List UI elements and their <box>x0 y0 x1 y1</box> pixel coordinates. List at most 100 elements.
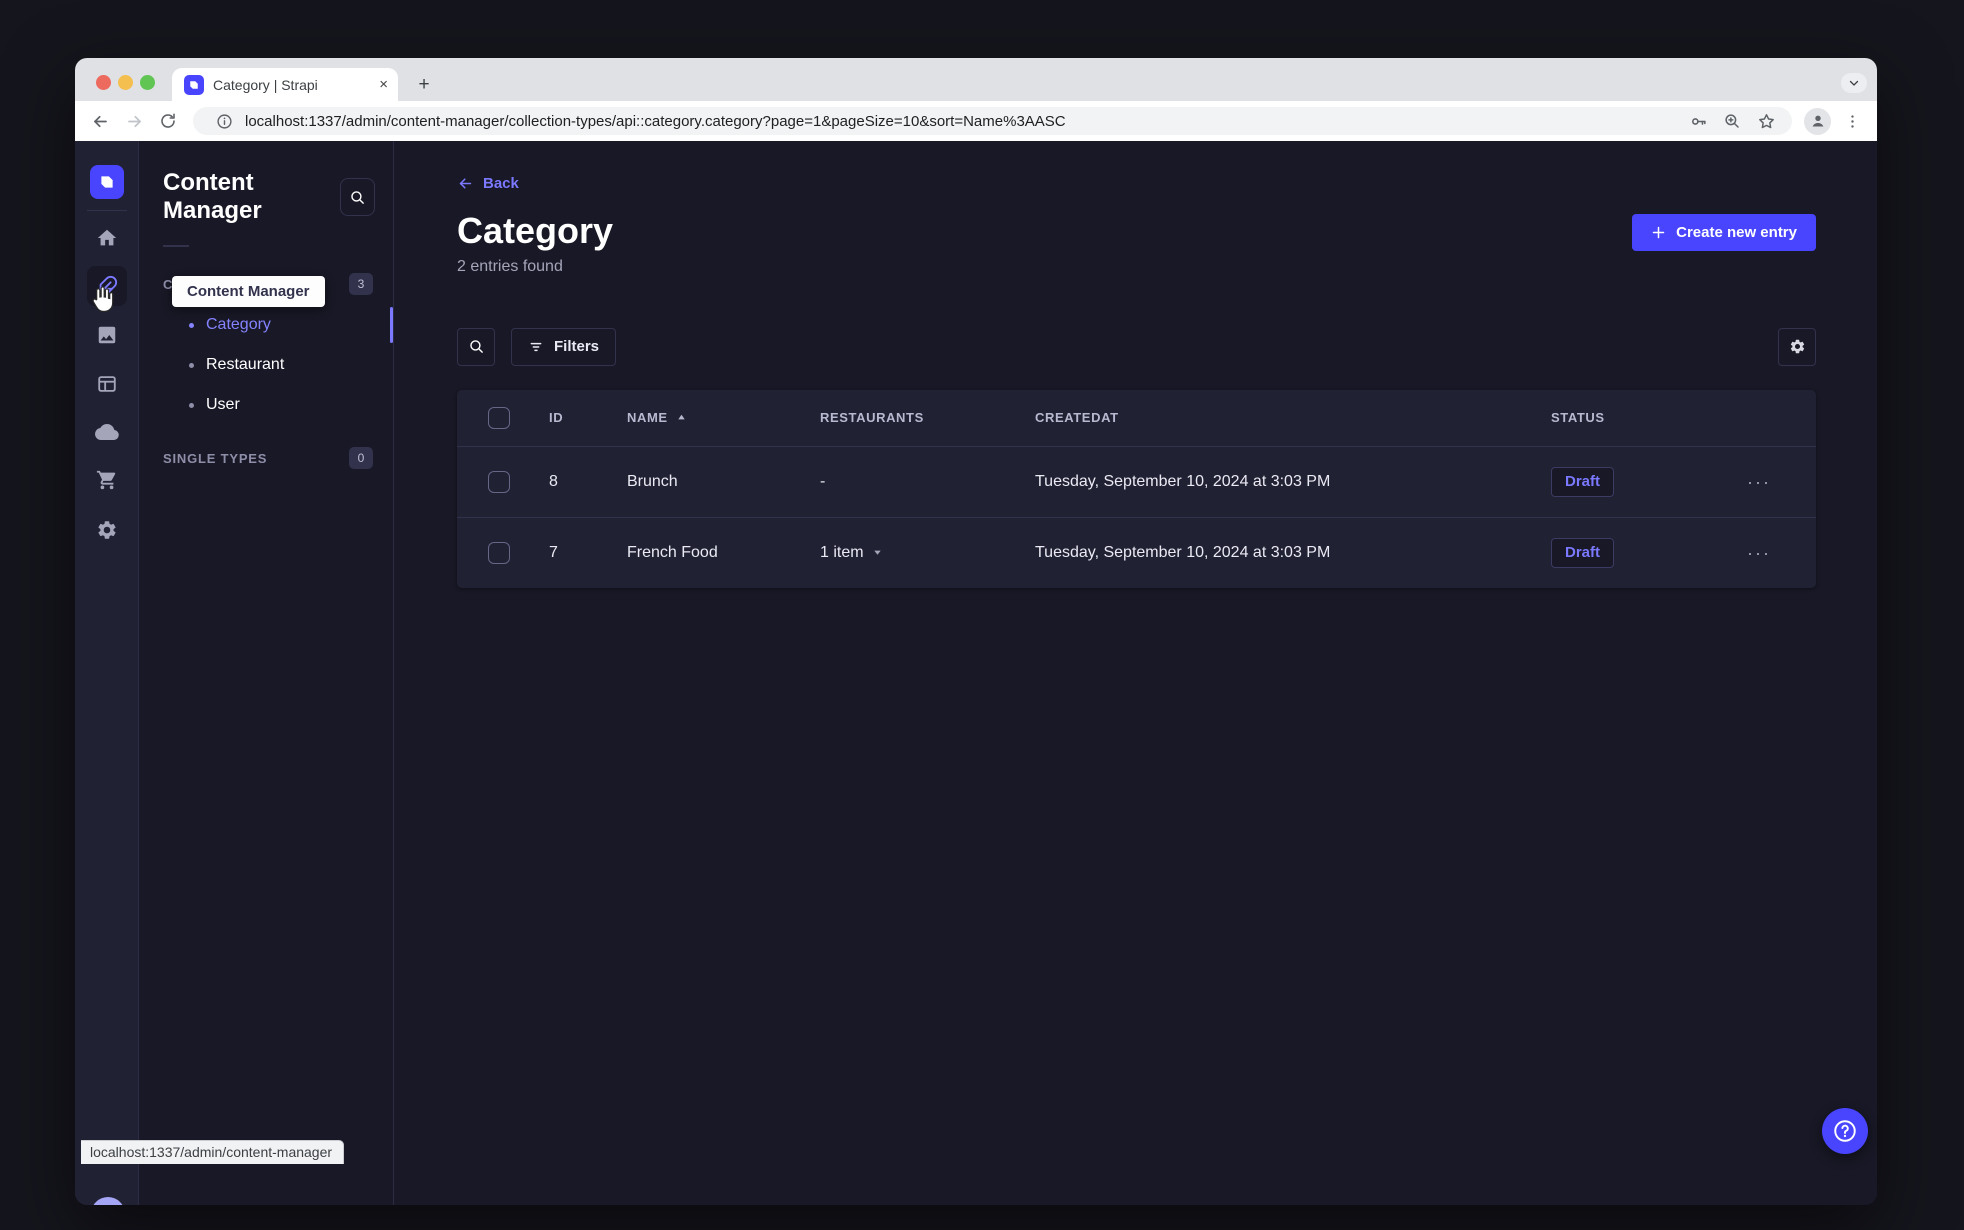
browser-reload-button[interactable] <box>155 108 181 134</box>
sidebar-item-label: User <box>206 396 240 413</box>
star-icon <box>1758 113 1774 128</box>
column-header-id[interactable]: ID <box>525 410 627 425</box>
status-badge: Draft <box>1551 537 1615 568</box>
layout-icon <box>98 376 116 392</box>
table-header-row: ID NAME RESTAURANTS CREATEDAT STATUS <box>457 390 1816 446</box>
column-header-restaurants[interactable]: RESTAURANTS <box>820 410 1035 425</box>
cell-id: 8 <box>549 472 558 490</box>
entries-table: ID NAME RESTAURANTS CREATEDAT STATUS 8 B… <box>457 389 1816 588</box>
sidebar-item-label: Category <box>206 316 271 333</box>
cloud-icon <box>95 424 119 440</box>
column-header-createdat[interactable]: CREATEDAT <box>1035 410 1551 425</box>
bullet-icon <box>189 322 194 328</box>
arrow-right-icon <box>127 115 141 127</box>
table-row[interactable]: 8 Brunch - Tuesday, September 10, 2024 a… <box>457 445 1816 517</box>
collection-types-count-badge: 3 <box>349 273 373 295</box>
entries-count: 2 entries found <box>457 257 563 275</box>
home-icon <box>97 229 117 246</box>
strapi-favicon-icon <box>184 74 204 95</box>
deploy-cloud-button[interactable] <box>87 412 127 452</box>
arrow-left-icon <box>459 178 472 189</box>
url-bar[interactable]: localhost:1337/admin/content-manager/col… <box>193 107 1792 135</box>
single-types-section-header: SINGLE TYPES 0 <box>163 447 373 469</box>
strapi-logo-button[interactable] <box>90 165 124 199</box>
info-icon <box>216 113 232 129</box>
content-manager-tooltip: Content Manager <box>172 276 325 307</box>
url-text[interactable]: localhost:1337/admin/content-manager/col… <box>245 113 1676 130</box>
chevron-down-icon <box>873 550 881 555</box>
user-avatar[interactable]: KD <box>91 1197 125 1205</box>
cell-createdat: Tuesday, September 10, 2024 at 3:03 PM <box>1035 472 1331 490</box>
marketplace-button[interactable] <box>87 460 127 500</box>
column-header-status[interactable]: STATUS <box>1551 410 1747 425</box>
subnav-search-button[interactable] <box>340 178 375 216</box>
home-button[interactable] <box>87 218 127 258</box>
sidebar-item-category[interactable]: Category <box>139 305 393 345</box>
rail-divider <box>87 210 127 211</box>
tab-title: Category | Strapi <box>213 76 318 93</box>
window-close-button[interactable] <box>96 75 111 90</box>
zoom-in-icon <box>1725 114 1739 128</box>
browser-window: Category | Strapi × + localhost:1337/adm… <box>75 58 1877 1205</box>
password-manager-button[interactable] <box>1686 109 1710 133</box>
sidebar-item-restaurant[interactable]: Restaurant <box>139 345 393 385</box>
bullet-icon <box>189 362 194 368</box>
cart-icon <box>96 470 116 490</box>
select-all-checkbox[interactable] <box>488 406 510 429</box>
window-minimize-button[interactable] <box>118 75 133 90</box>
search-icon <box>469 340 483 353</box>
row-checkbox[interactable] <box>488 541 510 564</box>
create-new-entry-button[interactable]: Create new entry <box>1632 214 1816 251</box>
hand-cursor-icon <box>92 286 114 313</box>
plus-icon <box>1652 226 1665 239</box>
dots-vertical-icon <box>1850 114 1854 128</box>
chevron-down-icon <box>1849 80 1859 86</box>
cell-name: Brunch <box>627 472 678 490</box>
filter-icon <box>530 342 542 351</box>
subnav-divider <box>163 245 189 247</box>
page-title: Category <box>457 210 614 251</box>
site-info-button[interactable] <box>212 109 236 133</box>
media-library-button[interactable] <box>87 315 127 355</box>
single-types-label: SINGLE TYPES <box>163 450 268 466</box>
strapi-logo-icon <box>101 176 113 188</box>
macos-traffic-lights <box>96 75 155 90</box>
collection-types-list: Category Restaurant User <box>139 305 393 425</box>
cell-restaurants: - <box>820 472 826 490</box>
browser-profile-button[interactable] <box>1804 107 1831 135</box>
help-button[interactable] <box>1822 1108 1868 1154</box>
content-type-builder-button[interactable] <box>87 364 127 404</box>
browser-forward-button[interactable] <box>121 108 147 134</box>
tab-close-icon[interactable]: × <box>379 77 388 92</box>
back-link[interactable]: Back <box>457 175 519 192</box>
filters-button[interactable]: Filters <box>511 327 617 366</box>
desktop: Category | Strapi × + localhost:1337/adm… <box>0 0 1964 1230</box>
key-icon <box>1691 117 1706 125</box>
table-row[interactable]: 7 French Food 1 item Tuesday, September … <box>457 516 1816 588</box>
bookmark-button[interactable] <box>1754 109 1778 133</box>
sort-ascending-icon <box>677 414 685 420</box>
browser-toolbar: localhost:1337/admin/content-manager/col… <box>75 101 1877 141</box>
view-settings-button[interactable] <box>1778 327 1816 366</box>
list-search-button[interactable] <box>457 327 495 366</box>
cell-id: 7 <box>549 543 558 561</box>
zoom-button[interactable] <box>1720 109 1744 133</box>
column-header-name[interactable]: NAME <box>627 410 820 425</box>
cell-createdat: Tuesday, September 10, 2024 at 3:03 PM <box>1035 543 1331 561</box>
tab-search-button[interactable] <box>1841 73 1867 93</box>
browser-status-bar: localhost:1337/admin/content-manager <box>81 1140 345 1164</box>
person-icon <box>1812 115 1823 127</box>
new-tab-button[interactable]: + <box>412 73 436 97</box>
row-checkbox[interactable] <box>488 470 510 493</box>
browser-tabstrip: Category | Strapi × + <box>75 58 1877 101</box>
browser-tab[interactable]: Category | Strapi × <box>172 68 398 101</box>
browser-menu-button[interactable] <box>1839 108 1865 134</box>
cell-restaurants[interactable]: 1 item <box>820 544 1035 562</box>
subnav-title: Content Manager <box>163 169 262 224</box>
sidebar-item-user[interactable]: User <box>139 385 393 425</box>
settings-button[interactable] <box>87 510 127 550</box>
main-content: Back Category 2 entries found Create new… <box>394 141 1877 1205</box>
list-toolbar: Filters <box>457 327 1816 366</box>
browser-back-button[interactable] <box>87 108 113 134</box>
window-maximize-button[interactable] <box>140 75 155 90</box>
